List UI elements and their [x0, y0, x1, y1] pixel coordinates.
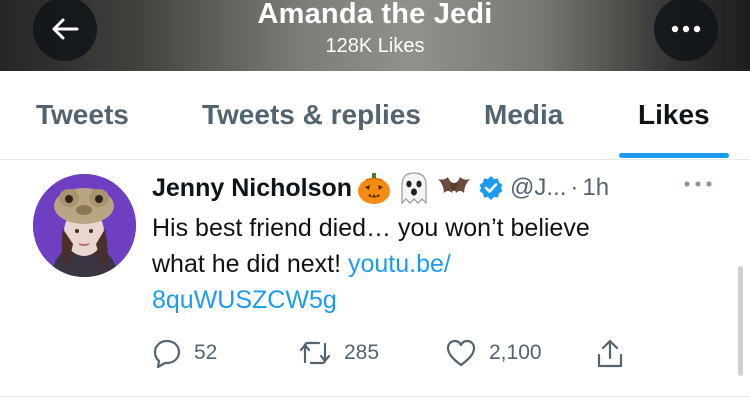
retweet-count: 285	[344, 341, 380, 364]
avatar[interactable]	[33, 174, 136, 277]
retweet-icon	[299, 341, 331, 365]
profile-tabs: Tweets Tweets & replies Media Likes	[0, 71, 750, 160]
tweet-text-fragment: what he did next!	[152, 250, 342, 278]
tab-likes[interactable]: Likes	[638, 99, 710, 131]
tab-media[interactable]: Media	[484, 99, 563, 131]
avatar-image	[33, 174, 136, 277]
tweet-link[interactable]: youtu.be/	[348, 250, 451, 278]
retweet-button[interactable]: 285	[298, 338, 379, 368]
tweet-actions: 52 285 2,100	[152, 338, 712, 372]
tweet-header: Jenny Nicholson @J... · 1h	[152, 170, 609, 206]
profile-header: Amanda the Jedi 128K Likes	[0, 0, 750, 71]
verified-badge-icon	[479, 176, 503, 200]
tweet-text-line: what he did next! youtu.be/	[152, 246, 712, 282]
heart-icon	[446, 339, 476, 367]
tweet-link[interactable]: 8quWUSZCW5g	[152, 286, 337, 314]
reply-count: 52	[194, 341, 218, 364]
profile-name-title: Amanda the Jedi	[257, 0, 493, 30]
scrollbar[interactable]	[738, 266, 743, 376]
tweet[interactable]: Jenny Nicholson @J... · 1h His best frie…	[0, 160, 750, 397]
tab-tweets-and-replies[interactable]: Tweets & replies	[202, 99, 421, 131]
tweet-timestamp[interactable]: 1h	[582, 174, 609, 202]
tweet-text-line: 8quWUSZCW5g	[152, 282, 712, 318]
tweet-more-button[interactable]	[683, 174, 723, 198]
ghost-icon	[401, 172, 427, 205]
likes-count-subtitle: 128K Likes	[325, 35, 425, 57]
reply-icon	[153, 339, 181, 368]
reply-button[interactable]: 52	[152, 338, 217, 368]
more-horizontal-icon	[684, 181, 712, 187]
more-horizontal-icon	[671, 25, 701, 33]
bat-icon	[438, 177, 471, 193]
separator-dot: ·	[570, 174, 579, 201]
like-button[interactable]: 2,100	[445, 338, 542, 368]
share-button[interactable]	[595, 338, 625, 370]
jack-o-lantern-icon	[358, 173, 391, 204]
more-button[interactable]	[654, 0, 718, 61]
tweet-text: His best friend died… you won’t believe …	[152, 210, 712, 318]
tab-tweets[interactable]: Tweets	[36, 99, 129, 131]
author-handle[interactable]: @J...	[510, 174, 566, 202]
tweet-text-line: His best friend died… you won’t believe	[152, 214, 590, 242]
active-tab-indicator	[619, 153, 729, 158]
share-icon	[597, 339, 623, 368]
author-name[interactable]: Jenny Nicholson	[152, 174, 352, 203]
like-count: 2,100	[489, 341, 542, 364]
